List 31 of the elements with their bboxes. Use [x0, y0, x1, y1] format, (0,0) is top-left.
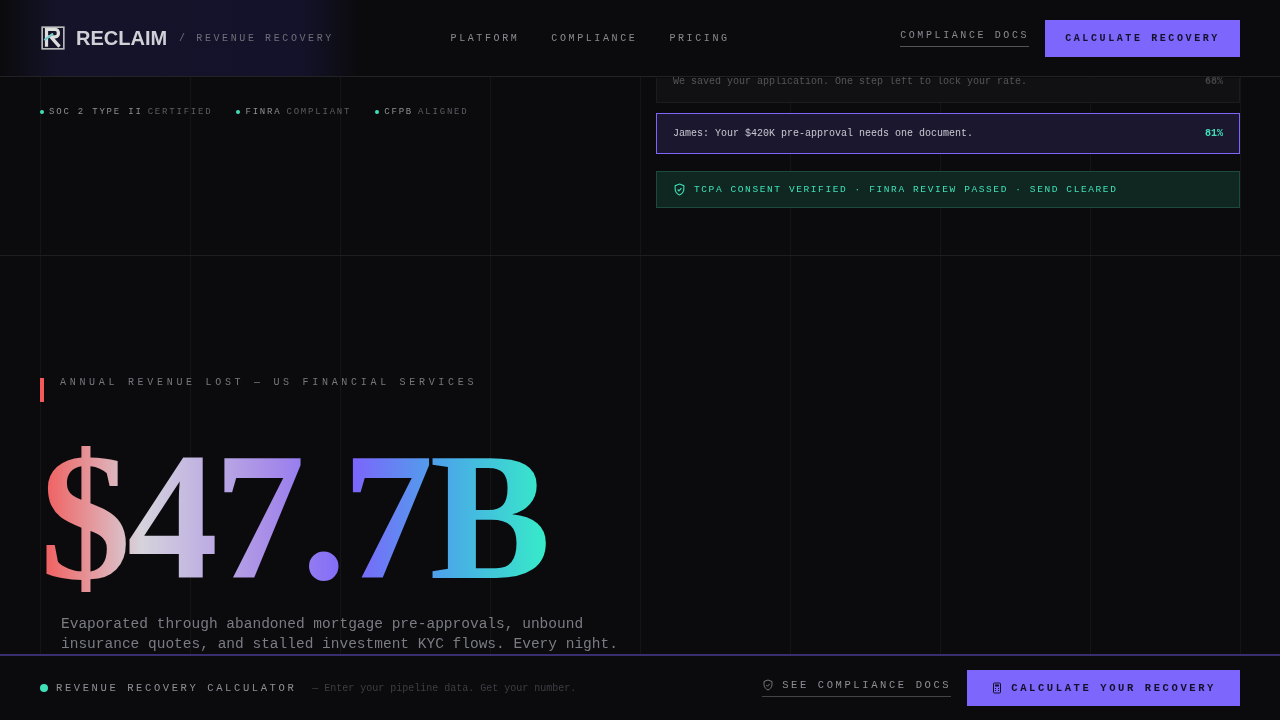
brand-name: RECLAIM	[76, 26, 168, 50]
badge-status: CERTIFIED	[147, 107, 213, 117]
message-text: James: Your $420K pre-approval needs one document.	[673, 128, 974, 139]
accent-bar	[40, 378, 44, 403]
badge-label: SOC 2 TYPE II	[49, 107, 143, 117]
compliance-docs-link[interactable]: COMPLIANCE DOCS	[900, 29, 1030, 47]
badge-status: ALIGNED	[418, 107, 469, 117]
nav-link[interactable]: PLATFORM	[450, 32, 520, 44]
nav-link[interactable]: COMPLIANCE	[551, 32, 638, 44]
logo-icon	[40, 25, 66, 51]
shield-check-icon	[762, 679, 775, 692]
badge-label: FINRA	[245, 107, 282, 117]
calculator-title: REVENUE RECOVERY CALCULATOR	[56, 682, 297, 695]
nav-link[interactable]: PRICING	[669, 32, 730, 44]
badge-status: COMPLIANT	[286, 107, 352, 117]
message-card[interactable]: James: Your $420K pre-approval needs one document. 81%	[656, 113, 1240, 154]
status-dot	[236, 110, 241, 114]
shield-check-icon	[673, 183, 686, 196]
message-score: 81%	[1205, 128, 1223, 139]
verification-text: TCPA CONSENT VERIFIED · FINRA REVIEW PASSED · SEND CLEARED	[694, 184, 1118, 195]
compliance-docs-link[interactable]: SEE COMPLIANCE DOCS	[762, 679, 952, 698]
eyebrow-text: ANNUAL REVENUE LOST — US FINANCIAL SERVICES	[60, 376, 478, 388]
tagline: / REVENUE RECOVERY	[179, 32, 334, 44]
description: Evaporated through abandoned mortgage pre-approvals, unbound insurance quotes, and stalled investment KYC flows. Every night.	[61, 615, 619, 655]
status-dot	[375, 110, 380, 114]
calculator-icon	[991, 681, 1004, 696]
calculate-button[interactable]: CALCULATE YOUR RECOVERY	[967, 670, 1240, 707]
badge-label: CFPB	[384, 107, 414, 117]
status-dot	[40, 684, 48, 693]
calculate-button[interactable]: CALCULATE RECOVERY	[1045, 19, 1240, 57]
status-dot	[40, 110, 44, 114]
